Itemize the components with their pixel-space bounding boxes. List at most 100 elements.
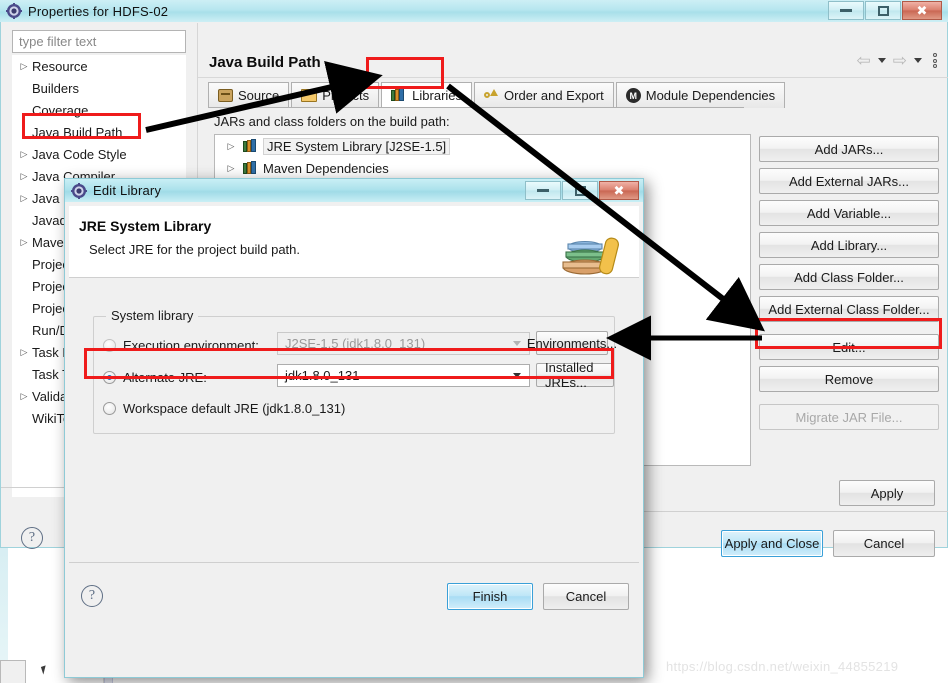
- maximize-icon[interactable]: [865, 1, 901, 20]
- eclipse-gear-icon: [71, 182, 87, 199]
- build-path-tabs[interactable]: Source Projects Libraries Order and Expo…: [208, 82, 787, 108]
- dialog-footer-buttons: Finish Cancel: [447, 583, 629, 610]
- environments-button[interactable]: Environments...: [527, 331, 617, 355]
- chevron-down-icon[interactable]: [513, 373, 521, 378]
- expand-arrow-icon[interactable]: ▷: [223, 163, 239, 174]
- title-underline: [198, 77, 948, 78]
- filter-input[interactable]: type filter text: [12, 30, 186, 53]
- list-item-label: JRE System Library [J2SE-1.5]: [263, 137, 451, 155]
- page-navigation: ⇦ ⇨: [857, 52, 937, 69]
- alternate-jre-label: Alternate JRE:: [123, 369, 207, 385]
- no-arrow-icon: ▷: [16, 83, 32, 94]
- tab-libraries[interactable]: Libraries: [381, 82, 473, 108]
- no-arrow-icon: ▷: [16, 215, 32, 226]
- system-library-group: System library Execution environment: J2…: [93, 308, 617, 434]
- close-icon[interactable]: ✖: [599, 181, 639, 200]
- list-item[interactable]: ▷ JRE System Library [J2SE-1.5]: [215, 135, 750, 157]
- sidebar-item-java-code-style[interactable]: ▷ Java Code Style: [12, 143, 186, 165]
- expand-arrow-icon[interactable]: ▷: [16, 193, 32, 204]
- properties-titlebar: Properties for HDFS-02 ✖: [0, 0, 948, 22]
- expand-arrow-icon[interactable]: ▷: [16, 149, 32, 160]
- add-library-button[interactable]: Add Library...: [759, 232, 939, 258]
- minimize-icon[interactable]: [525, 181, 561, 200]
- add-class-folder-button[interactable]: Add Class Folder...: [759, 264, 939, 290]
- build-path-hint: JARs and class folders on the build path…: [214, 114, 450, 129]
- minimize-icon[interactable]: [828, 1, 864, 20]
- source-folder-icon: [218, 89, 233, 102]
- alternate-jre-radio[interactable]: [103, 370, 116, 384]
- dialog-cancel-button[interactable]: Cancel: [543, 583, 629, 610]
- edit-library-titlebar: Edit Library ✖: [64, 178, 644, 202]
- background-taskbar-tab: [0, 660, 26, 683]
- screenshot-root: Properties for HDFS-02 ✖ type filter tex…: [0, 0, 948, 683]
- sidebar-item-label: Java Build Path: [32, 124, 123, 140]
- tab-projects[interactable]: Projects: [291, 82, 380, 108]
- sidebar-item-resource[interactable]: ▷ Resource: [12, 55, 186, 77]
- forward-arrow-icon[interactable]: ⇨: [893, 52, 907, 69]
- sidebar-item-java-build-path[interactable]: ▷ Java Build Path: [12, 121, 186, 143]
- help-button-dialog[interactable]: ?: [81, 585, 103, 607]
- tab-label: Order and Export: [504, 88, 604, 103]
- apply-and-close-button[interactable]: Apply and Close: [721, 530, 823, 557]
- window-controls: ✖: [827, 1, 942, 20]
- list-item-label: Maven Dependencies: [263, 160, 389, 176]
- edit-library-title: Edit Library: [93, 183, 162, 198]
- add-variable-button[interactable]: Add Variable...: [759, 200, 939, 226]
- remove-button[interactable]: Remove: [759, 366, 939, 392]
- order-export-icon: [484, 88, 499, 103]
- alternate-jre-combo[interactable]: jdk1.8.0_131: [277, 364, 530, 387]
- dialog-heading: JRE System Library: [79, 218, 212, 234]
- edit-button[interactable]: Edit...: [759, 334, 939, 360]
- tab-order-and-export[interactable]: Order and Export: [474, 82, 614, 108]
- libraries-books-icon: [243, 161, 259, 175]
- execution-environment-value: J2SE-1.5 (jdk1.8.0_131): [285, 336, 426, 351]
- tab-module-dependencies[interactable]: M Module Dependencies: [615, 82, 786, 108]
- view-menu-icon[interactable]: [933, 53, 937, 68]
- expand-arrow-icon[interactable]: ▷: [16, 347, 32, 358]
- module-dependencies-icon: M: [625, 88, 641, 103]
- no-arrow-icon: ▷: [16, 105, 32, 116]
- sidebar-item-coverage[interactable]: ▷ Coverage: [12, 99, 186, 121]
- tab-source[interactable]: Source: [208, 82, 290, 108]
- libraries-books-icon: [243, 139, 259, 153]
- close-icon[interactable]: ✖: [902, 1, 942, 20]
- tab-label: Libraries: [412, 87, 463, 103]
- installed-jres-button[interactable]: Installed JREs...: [536, 360, 614, 390]
- alternate-jre-row[interactable]: Alternate JRE:: [103, 365, 207, 389]
- apply-button[interactable]: Apply: [839, 480, 935, 506]
- finish-button[interactable]: Finish: [447, 583, 533, 610]
- help-question-icon: ?: [21, 527, 43, 549]
- edit-library-body: JRE System Library Select JRE for the pr…: [64, 202, 644, 678]
- expand-arrow-icon[interactable]: ▷: [16, 391, 32, 402]
- edit-library-dialog: Edit Library ✖ JRE System Library Select…: [64, 178, 644, 678]
- books-stack-icon: [559, 234, 621, 282]
- workspace-default-jre-radio[interactable]: [103, 401, 116, 415]
- expand-arrow-icon[interactable]: ▷: [16, 237, 32, 248]
- properties-footer: Apply and Close Cancel: [721, 530, 935, 557]
- libraries-books-icon: [391, 88, 407, 102]
- no-arrow-icon: ▷: [16, 413, 32, 424]
- back-dropdown-icon[interactable]: [877, 58, 886, 63]
- workspace-default-jre-row[interactable]: Workspace default JRE (jdk1.8.0_131): [103, 396, 345, 420]
- library-actions: Add JARs... Add External JARs... Add Var…: [759, 136, 939, 436]
- forward-dropdown-icon[interactable]: [914, 58, 922, 63]
- maximize-icon[interactable]: [562, 181, 598, 200]
- expand-arrow-icon[interactable]: ▷: [223, 141, 239, 152]
- execution-environment-row[interactable]: Execution environment:: [103, 333, 259, 357]
- back-arrow-icon[interactable]: ⇦: [857, 52, 871, 69]
- execution-environment-radio[interactable]: [103, 338, 116, 352]
- help-question-icon: ?: [81, 585, 103, 607]
- sidebar-item-builders[interactable]: ▷ Builders: [12, 77, 186, 99]
- help-button-properties[interactable]: ?: [21, 527, 47, 553]
- add-jars-button[interactable]: Add JARs...: [759, 136, 939, 162]
- add-external-class-folder-button[interactable]: Add External Class Folder...: [759, 296, 939, 322]
- expand-arrow-icon[interactable]: ▷: [16, 171, 32, 182]
- no-arrow-icon: ▷: [16, 325, 32, 336]
- list-item[interactable]: ▷ Maven Dependencies: [215, 157, 750, 179]
- expand-arrow-icon[interactable]: ▷: [16, 61, 32, 72]
- add-external-jars-button[interactable]: Add External JARs...: [759, 168, 939, 194]
- dialog-subheading: Select JRE for the project build path.: [89, 242, 301, 257]
- execution-environment-label: Execution environment:: [123, 337, 259, 353]
- group-legend: System library: [106, 308, 199, 323]
- cancel-button[interactable]: Cancel: [833, 530, 935, 557]
